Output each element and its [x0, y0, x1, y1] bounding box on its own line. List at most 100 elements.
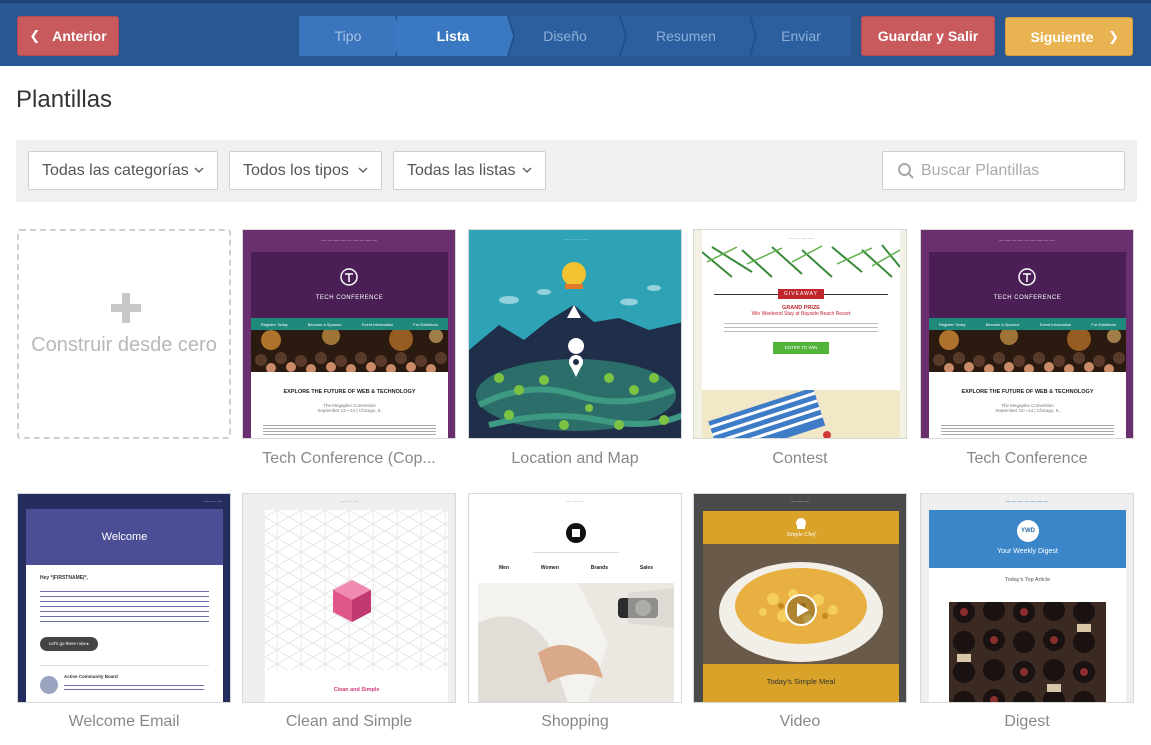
- step-label: Lista: [436, 28, 470, 44]
- plus-icon: [111, 293, 141, 323]
- map-illustration: — — — — —: [469, 230, 681, 438]
- preview-topline: — — —: [566, 499, 584, 505]
- email-header-title: Welcome: [26, 509, 223, 565]
- email-preview: — — — — GIVEAWAY GRAND PRIZE Win Weekend…: [701, 230, 901, 438]
- step-lista[interactable]: Lista: [397, 16, 515, 56]
- next-button-label: Siguiente: [1030, 28, 1094, 45]
- prize-subtitle: Win Weekend Stay at Bayside Beach Resort: [751, 311, 851, 317]
- template-card-video[interactable]: — — — Simple Chef Today's Simple Meal: [693, 493, 907, 703]
- step-tipo[interactable]: Tipo: [299, 16, 403, 56]
- email-nav-link: Register Today: [939, 321, 966, 327]
- email-greeting: Hey *|FIRSTNAME|*,: [40, 575, 88, 581]
- shop-menu: Men Women Brands Sales: [499, 565, 653, 571]
- giveaway-banner: GIVEAWAY: [702, 287, 900, 301]
- save-and-exit-label: Guardar y Salir: [877, 28, 979, 44]
- email-nav: Register Today Become a Sponsor Event Info…: [929, 318, 1126, 330]
- filter-bar: Todas las categorías Todos los tipos Tod…: [16, 140, 1137, 202]
- email-header-title: TECH CONFERENCE: [993, 295, 1062, 301]
- wizard-header: ❮ Anterior Tipo Lista Diseño Resumen Env…: [0, 0, 1151, 66]
- email-nav-link: For Exhibitors: [413, 321, 438, 327]
- template-name: Tech Conference (Cop...: [262, 450, 436, 467]
- email-header: YWD Your Weekly Digest: [929, 510, 1126, 568]
- wine-bottles-image: [949, 602, 1106, 702]
- email-nav-link: Event Information: [1039, 321, 1072, 327]
- step-enviar[interactable]: Enviar: [751, 16, 851, 56]
- template-card-digest[interactable]: — — — — — — — YWD Your Weekly Digest Tod…: [920, 493, 1134, 703]
- logo-icon: [340, 268, 358, 286]
- shop-menu-item: Brands: [590, 565, 609, 571]
- step-label: Diseño: [543, 28, 587, 44]
- email-nav-link: Become a Sponsor: [307, 321, 342, 327]
- palm-leaves-image: [701, 244, 901, 278]
- email-preview: TECH CONFERENCE Register Today Become a S…: [251, 252, 448, 438]
- template-card-tech-conference[interactable]: — — — — — — — — — TECH CONFERENCE Regist…: [920, 229, 1134, 439]
- email-headline: EXPLORE THE FUTURE OF WEB & TECHNOLOGY: [283, 389, 416, 395]
- save-and-exit-button[interactable]: Guardar y Salir: [861, 16, 995, 56]
- search-input[interactable]: [921, 160, 1116, 182]
- chevron-down-icon: [194, 167, 204, 174]
- previous-button[interactable]: ❮ Anterior: [17, 16, 119, 56]
- type-select[interactable]: Todos los tipos: [229, 151, 382, 190]
- email-preview: YWD Your Weekly Digest Today's Top Artic…: [929, 510, 1126, 702]
- template-name: Welcome Email: [68, 713, 180, 730]
- list-select[interactable]: Todas las listas: [393, 151, 546, 190]
- template-card-welcome-email[interactable]: — — — Welcome Hey *|FIRSTNAME|*, Let's g…: [17, 493, 231, 703]
- step-resumen[interactable]: Resumen: [621, 16, 757, 56]
- giveaway-badge: GIVEAWAY: [778, 289, 824, 299]
- template-card-contest[interactable]: — — — — GIVEAWAY GRAND PRIZE Win Weekend…: [693, 229, 907, 439]
- email-body-text: [285, 701, 428, 702]
- svg-text:— — — — —: — — — — —: [564, 236, 588, 241]
- category-select[interactable]: Todas las categorías: [28, 151, 218, 190]
- preview-topline: — — — — — — — — —: [998, 238, 1056, 244]
- avatar: [40, 676, 58, 694]
- shop-menu-item: Men: [499, 565, 509, 571]
- shop-menu-item: Sales: [639, 565, 653, 571]
- template-name: Contest: [772, 450, 828, 467]
- type-select-value: Todos los tipos: [243, 161, 349, 179]
- beach-towel-image: [702, 390, 900, 438]
- chevron-down-icon: [522, 167, 532, 174]
- email-nav-link: Become a Sponsor: [985, 321, 1020, 327]
- template-name: Clean and Simple: [285, 713, 413, 730]
- article-heading: Today's Top Article: [1004, 577, 1051, 583]
- category-select-value: Todas las categorías: [42, 161, 189, 179]
- build-from-scratch-label: Construir desde cero: [31, 334, 217, 356]
- enter-to-win-button: ENTER TO WIN: [773, 342, 829, 354]
- preview-topline: — — — — — — — — —: [320, 238, 378, 244]
- email-nav-link: Register Today: [261, 321, 288, 327]
- template-name: Video: [779, 713, 821, 730]
- template-card-location-and-map[interactable]: — — — — —: [468, 229, 682, 439]
- email-nav: Register Today Become a Sponsor Event Info…: [251, 318, 448, 330]
- step-diseno[interactable]: Diseño: [509, 16, 627, 56]
- video-title: Today's Simple Meal: [766, 677, 836, 686]
- build-from-scratch-card[interactable]: Construir desde cero: [17, 229, 231, 439]
- template-card-tech-conference-copy[interactable]: — — — — — — — — — TECH CONFERENCE Regist…: [242, 229, 456, 439]
- play-icon: [785, 594, 817, 626]
- email-nav-link: For Exhibitors: [1091, 321, 1116, 327]
- step-label: Resumen: [656, 28, 716, 44]
- email-cta: Let's go there now ▸: [40, 637, 98, 651]
- previous-button-label: Anterior: [52, 28, 107, 44]
- email-header: TECH CONFERENCE: [251, 252, 448, 318]
- community-title: Active Community Board: [64, 674, 118, 679]
- email-preview: Simple Chef Today's Simple Meal: [703, 511, 899, 702]
- template-card-clean-and-simple[interactable]: — — — Clean and Simple: [242, 493, 456, 703]
- email-date: September 12—14 | Chicago, IL: [995, 408, 1060, 413]
- crowd-image: [251, 327, 448, 374]
- email-nav-link: Event Information: [361, 321, 394, 327]
- email-body-text: [263, 423, 436, 437]
- community-text: [64, 682, 204, 692]
- next-button[interactable]: Siguiente ❯: [1005, 17, 1133, 56]
- logo-icon: [1018, 268, 1036, 286]
- chevron-right-icon: ❯: [1108, 28, 1119, 44]
- step-label: Enviar: [781, 28, 821, 44]
- chef-hat-icon: [796, 518, 806, 529]
- preview-topline: — — —: [204, 499, 222, 505]
- template-name: Digest: [1004, 713, 1050, 730]
- search-box[interactable]: [882, 151, 1125, 190]
- email-header: TECH CONFERENCE: [929, 252, 1126, 318]
- template-card-shopping[interactable]: — — — Men Women Brands Sales: [468, 493, 682, 703]
- email-preview: Welcome Hey *|FIRSTNAME|*, Let's go ther…: [26, 509, 223, 702]
- email-preview: TECH CONFERENCE Register Today Become a S…: [929, 252, 1126, 438]
- shop-menu-item: Women: [540, 565, 559, 571]
